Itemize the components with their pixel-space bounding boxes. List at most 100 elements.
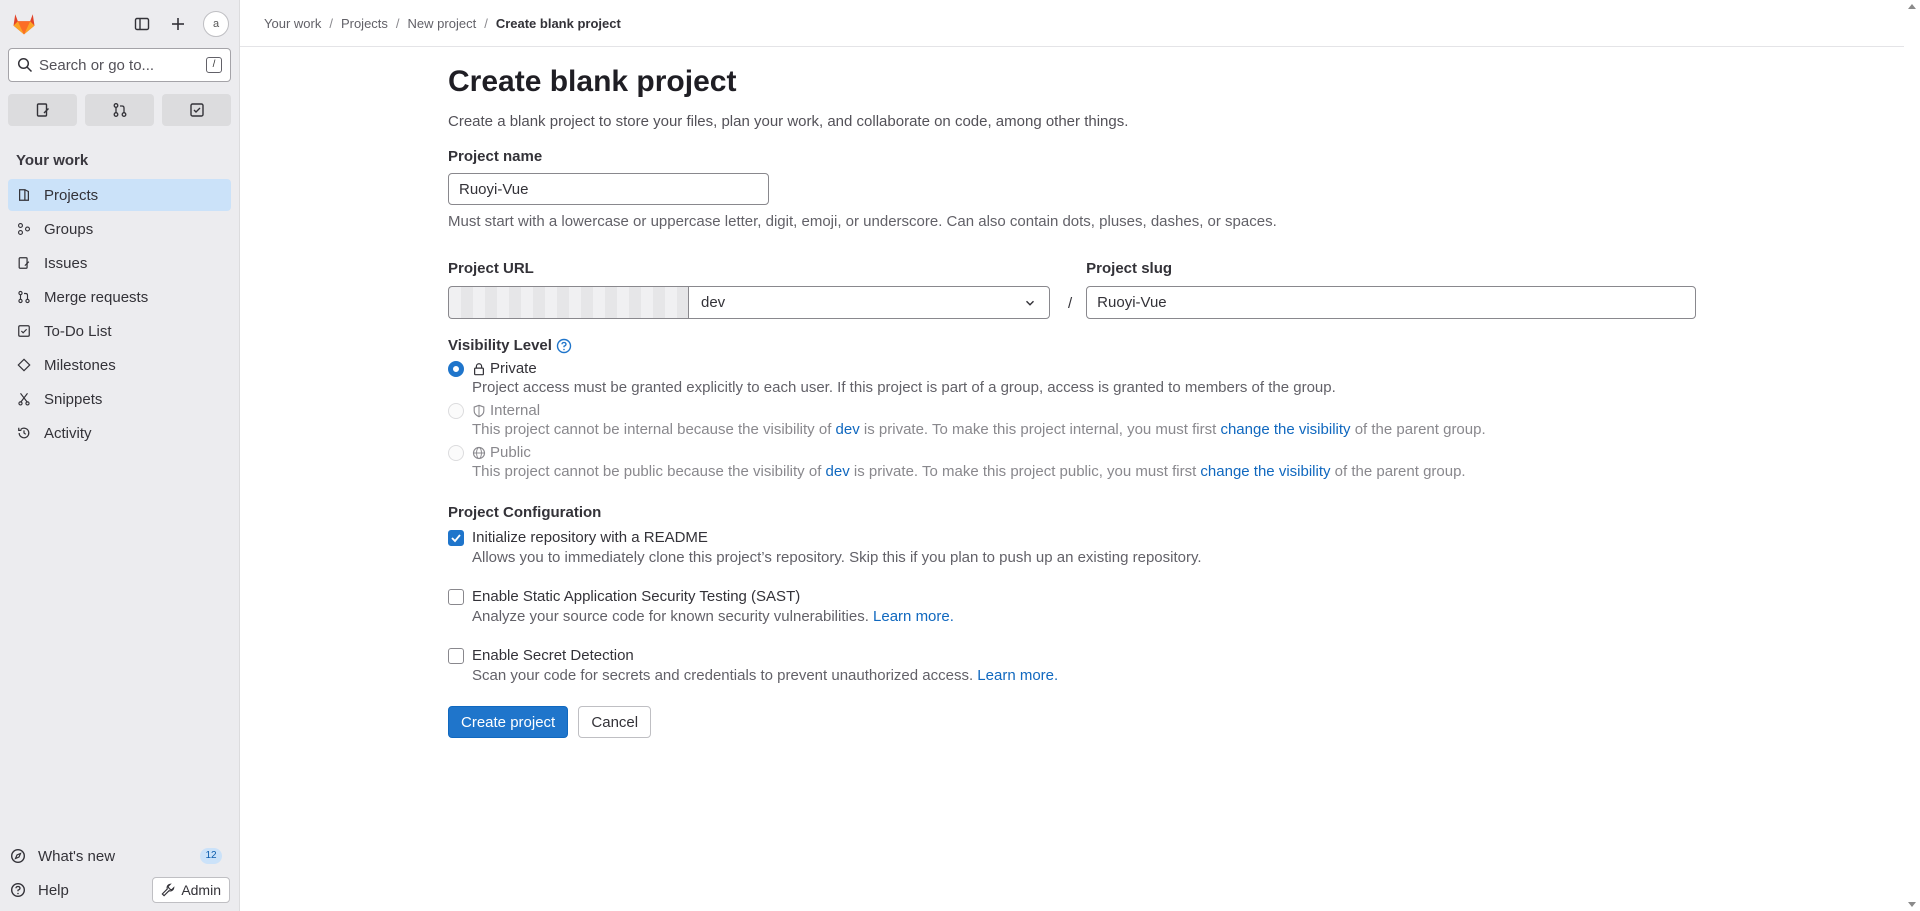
private-radio[interactable] [448, 360, 464, 377]
sidebar-item-snippets[interactable]: Snippets [8, 383, 231, 415]
assigned-issues-button[interactable] [8, 94, 77, 126]
dev-group-link[interactable]: dev [836, 421, 860, 438]
project-url-group: Project URL dev [448, 260, 1050, 319]
wrench-icon [161, 883, 175, 897]
admin-button[interactable]: Admin [152, 877, 230, 903]
plus-icon[interactable] [167, 13, 189, 35]
visibility-heading: Visibility Level [448, 337, 1698, 354]
secret-detection-learn-more-link[interactable]: Learn more. [977, 667, 1058, 684]
sidebar-item-label: To-Do List [44, 322, 112, 340]
public-description: This project cannot be public because th… [472, 463, 1466, 480]
readme-label: Initialize repository with a README [472, 529, 708, 546]
visibility-option-public: Public This project cannot be public bec… [448, 444, 1698, 480]
merge-request-icon [113, 103, 126, 117]
collapse-sidebar-icon[interactable] [131, 13, 153, 35]
cancel-button[interactable]: Cancel [578, 706, 652, 738]
breadcrumb-projects[interactable]: Projects [341, 16, 388, 31]
readme-option: Initialize repository with a README Allo… [448, 529, 1698, 566]
shield-icon [473, 404, 485, 417]
breadcrumb-your-work[interactable]: Your work [264, 16, 321, 31]
avatar[interactable]: a [203, 11, 229, 37]
question-circle-icon[interactable] [556, 338, 572, 354]
scroll-down-arrow[interactable] [1908, 902, 1916, 907]
breadcrumb-separator: / [484, 15, 488, 31]
project-url-prefix [448, 286, 688, 319]
project-name-label: Project name [448, 148, 543, 165]
todo-icon [189, 103, 204, 117]
whats-new-button[interactable]: What's new 12 [0, 839, 240, 873]
search-placeholder: Search or go to... [39, 56, 155, 74]
secret-detection-label: Enable Secret Detection [472, 647, 634, 664]
project-slug-label: Project slug [1086, 260, 1173, 277]
sidebar-item-label: Milestones [44, 356, 116, 374]
readme-checkbox-row[interactable]: Initialize repository with a README [448, 529, 1698, 546]
sidebar-item-projects[interactable]: Projects [8, 179, 231, 211]
help-button[interactable]: Help Admin [0, 873, 240, 907]
sidebar-item-issues[interactable]: Issues [8, 247, 231, 279]
project-slug-group: Project slug Ruoyi-Vue [1086, 260, 1697, 319]
public-radio-row: Public [448, 444, 1698, 461]
sidebar-nav: Projects Groups Issues Merge requests To… [0, 179, 239, 449]
sidebar-item-todo-list[interactable]: To-Do List [8, 315, 231, 347]
form-actions: Create project Cancel [448, 706, 1698, 738]
main-content: Create blank project Create a blank proj… [448, 47, 1698, 738]
readme-checkbox[interactable] [448, 529, 464, 546]
namespace-select[interactable]: dev [688, 286, 1050, 319]
namespace-value: dev [701, 294, 726, 311]
snippet-icon [16, 391, 32, 407]
dev-group-link[interactable]: dev [826, 463, 850, 480]
help-label: Help [38, 881, 69, 899]
sidebar-item-activity[interactable]: Activity [8, 417, 231, 449]
quick-actions [8, 94, 231, 126]
internal-radio-row: Internal [448, 402, 1698, 419]
url-separator: / [1068, 295, 1073, 312]
sidebar-item-label: Projects [44, 186, 99, 204]
change-visibility-link[interactable]: change the visibility [1200, 463, 1330, 480]
sast-checkbox-row[interactable]: Enable Static Application Security Testi… [448, 588, 1698, 605]
project-configuration-label: Project Configuration [448, 504, 602, 521]
sidebar-item-milestones[interactable]: Milestones [8, 349, 231, 381]
public-label: Public [490, 444, 531, 461]
sast-learn-more-link[interactable]: Learn more. [873, 608, 954, 625]
search-icon [17, 57, 33, 73]
search-input[interactable]: Search or go to... / [8, 48, 231, 82]
visibility-label: Visibility Level [448, 337, 552, 354]
sidebar-item-label: Merge requests [44, 288, 149, 306]
page-title: Create blank project [448, 65, 737, 98]
readme-description: Allows you to immediately clone this pro… [472, 549, 1202, 566]
sast-label: Enable Static Application Security Testi… [472, 588, 801, 605]
sast-checkbox[interactable] [448, 588, 464, 605]
help-icon [10, 882, 26, 898]
breadcrumb-create-blank-project[interactable]: Create blank project [496, 16, 621, 31]
todo-button[interactable] [162, 94, 231, 126]
scroll-up-arrow[interactable] [1908, 4, 1916, 9]
internal-label: Internal [490, 402, 541, 419]
lock-icon [474, 362, 484, 375]
breadcrumb-new-project[interactable]: New project [408, 16, 477, 31]
secret-detection-checkbox-row[interactable]: Enable Secret Detection [448, 647, 1698, 664]
private-label: Private [490, 360, 537, 377]
project-url-label: Project URL [448, 260, 534, 277]
issues-icon [36, 103, 49, 117]
breadcrumb: Your work / Projects / New project / Cre… [240, 0, 1904, 47]
sidebar-item-merge-requests[interactable]: Merge requests [8, 281, 231, 313]
project-name-input[interactable]: Ruoyi-Vue [448, 173, 769, 205]
merge-request-icon [16, 289, 32, 305]
secret-detection-checkbox[interactable] [448, 647, 464, 664]
page-scrollbar[interactable] [1904, 0, 1920, 911]
create-project-button[interactable]: Create project [448, 706, 569, 738]
sidebar-item-groups[interactable]: Groups [8, 213, 231, 245]
breadcrumb-separator: / [395, 15, 400, 31]
merge-requests-button[interactable] [85, 94, 154, 126]
visibility-option-private: Private Project access must be granted e… [448, 360, 1698, 396]
earth-icon [472, 446, 486, 459]
chevron-down-icon [1026, 300, 1034, 306]
group-icon [16, 221, 32, 237]
change-visibility-link[interactable]: change the visibility [1220, 421, 1350, 438]
check-icon [451, 533, 461, 542]
sidebar-item-label: Snippets [44, 390, 103, 408]
private-radio-row[interactable]: Private [448, 360, 1698, 377]
gitlab-logo-icon[interactable] [10, 9, 38, 37]
internal-description: This project cannot be internal because … [472, 421, 1486, 438]
project-slug-input[interactable]: Ruoyi-Vue [1086, 286, 1697, 319]
